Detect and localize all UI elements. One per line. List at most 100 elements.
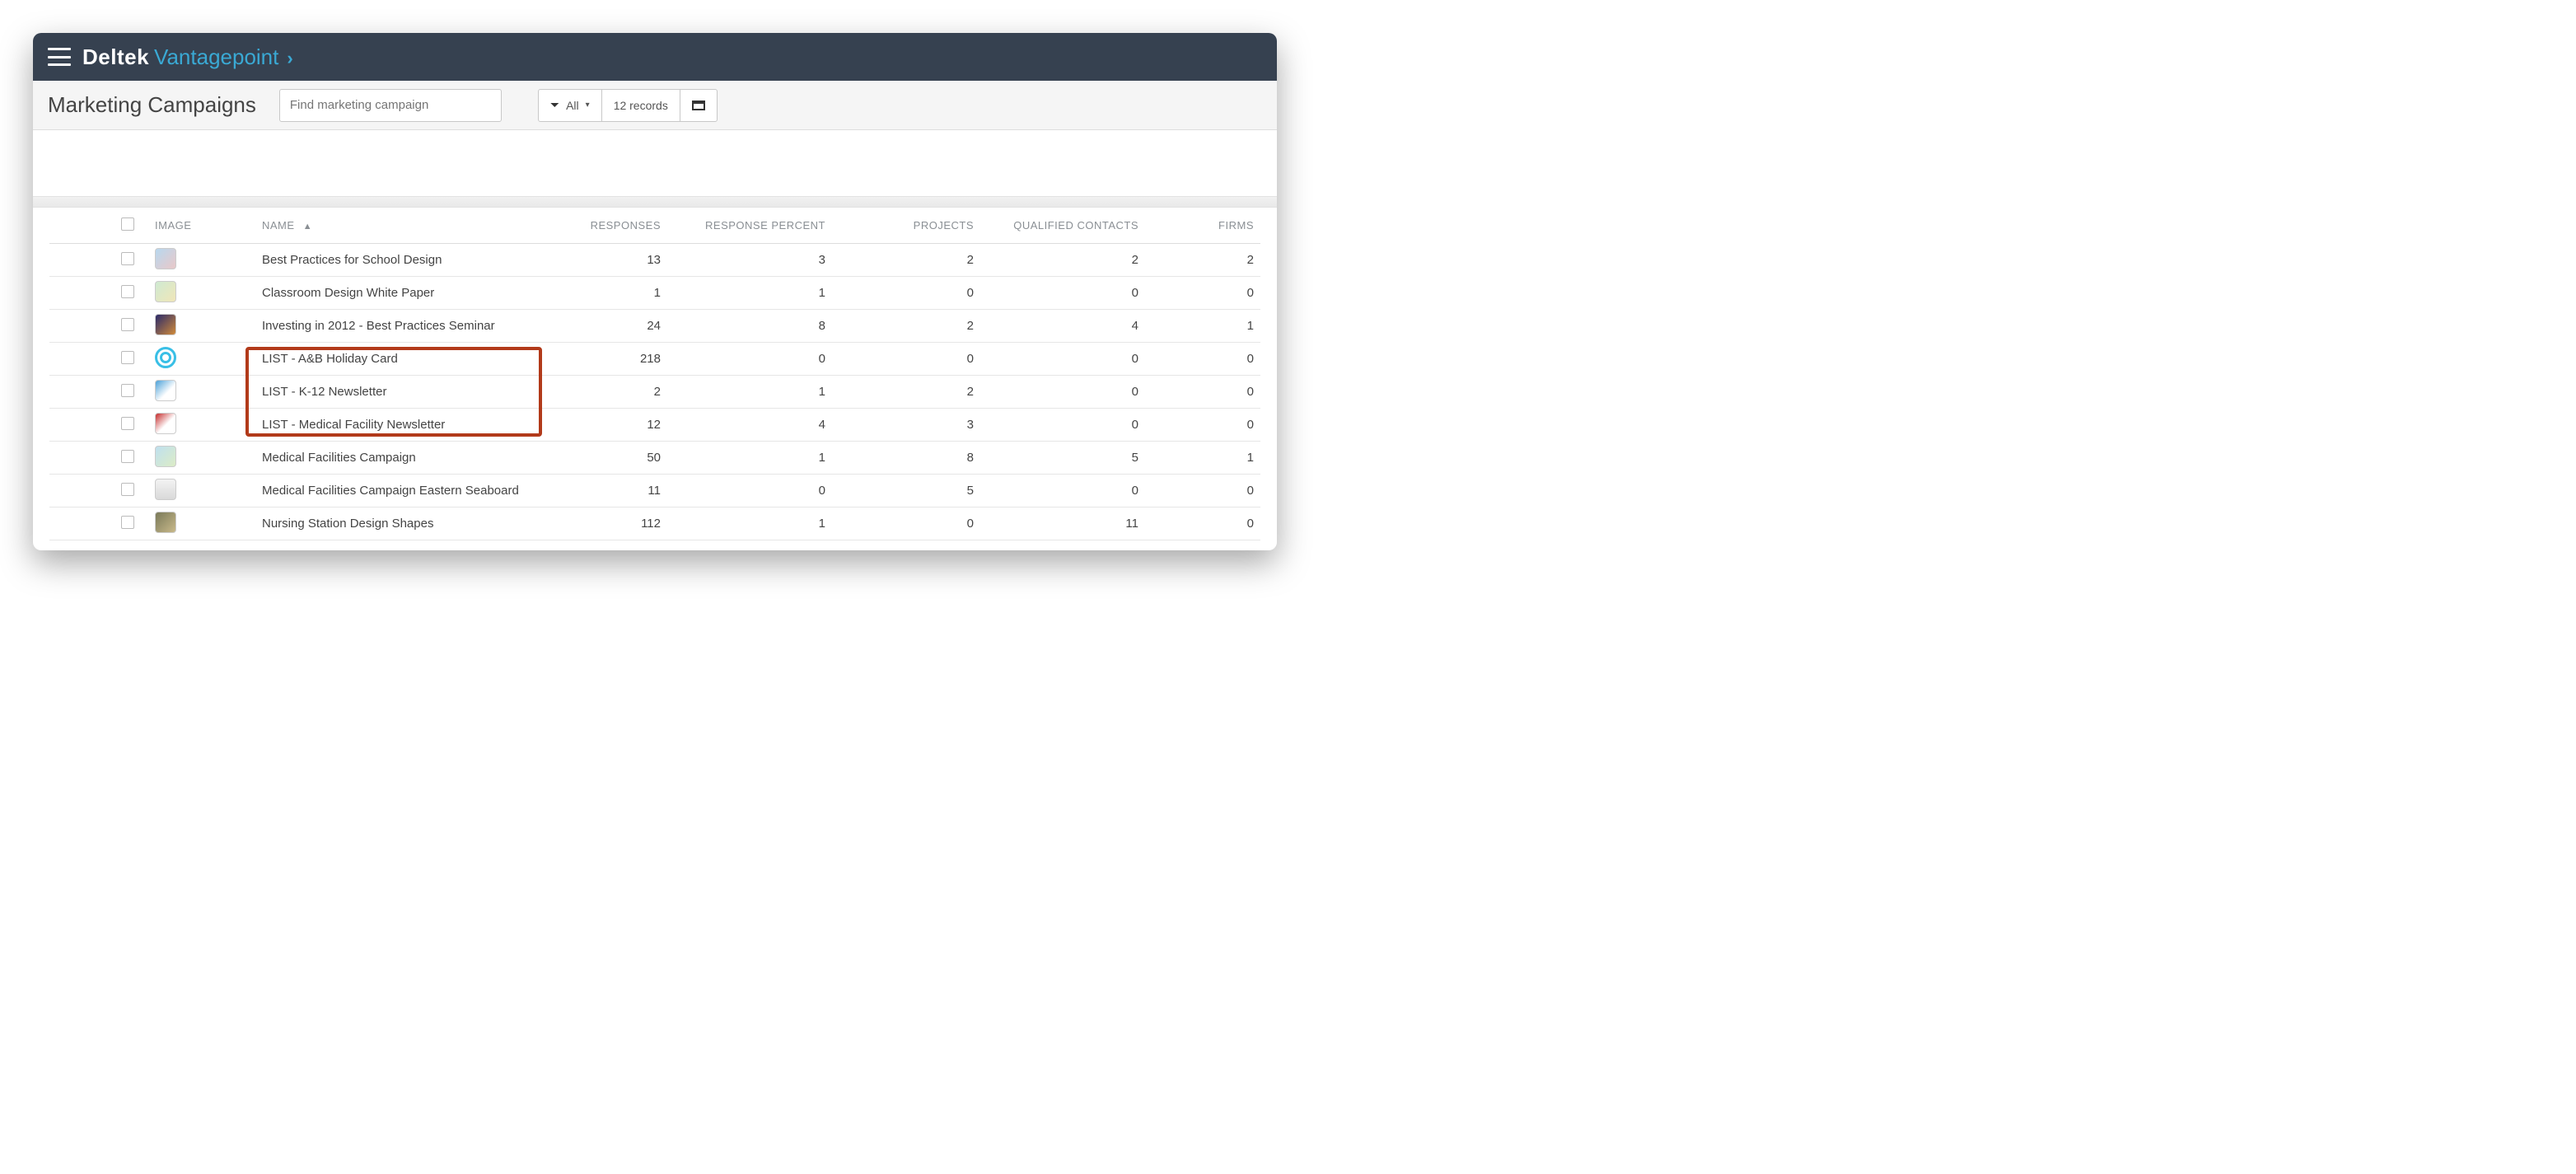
row-projects: 3 xyxy=(832,418,980,432)
filter-dropdown[interactable]: ⏷ All ▾ xyxy=(539,90,602,121)
row-name[interactable]: LIST - K-12 Newsletter xyxy=(255,385,535,399)
records-count[interactable]: 12 records xyxy=(602,90,680,121)
row-checkbox[interactable] xyxy=(121,450,134,463)
records-label: 12 records xyxy=(614,99,668,112)
row-qualified-contacts: 4 xyxy=(980,319,1145,333)
row-checkbox[interactable] xyxy=(121,318,134,331)
app-window: Deltek Vantagepoint › Marketing Campaign… xyxy=(33,33,1277,550)
row-response-percent: 0 xyxy=(667,484,832,498)
row-checkbox-cell xyxy=(107,450,148,466)
row-name[interactable]: Investing in 2012 - Best Practices Semin… xyxy=(255,319,535,333)
row-image-cell xyxy=(148,512,255,536)
row-name[interactable]: Medical Facilities Campaign Eastern Seab… xyxy=(255,484,535,498)
row-projects: 8 xyxy=(832,451,980,465)
row-checkbox[interactable] xyxy=(121,384,134,397)
row-firms: 0 xyxy=(1145,385,1260,399)
table-row[interactable]: Classroom Design White Paper11000 xyxy=(49,277,1260,310)
row-projects: 2 xyxy=(832,319,980,333)
row-firms: 0 xyxy=(1145,286,1260,300)
toolbar-button-group: ⏷ All ▾ 12 records xyxy=(538,89,718,122)
row-image-cell xyxy=(148,248,255,273)
table-row[interactable]: Nursing Station Design Shapes11210110 xyxy=(49,507,1260,540)
divider xyxy=(33,196,1277,208)
col-qualified-contacts[interactable]: QUALIFIED CONTACTS xyxy=(980,219,1145,232)
table-row[interactable]: LIST - A&B Holiday Card2180000 xyxy=(49,343,1260,376)
row-firms: 0 xyxy=(1145,418,1260,432)
row-qualified-contacts: 0 xyxy=(980,385,1145,399)
row-checkbox[interactable] xyxy=(121,351,134,364)
spacer xyxy=(33,130,1277,196)
row-name[interactable]: Classroom Design White Paper xyxy=(255,286,535,300)
row-image-cell xyxy=(148,314,255,339)
row-checkbox[interactable] xyxy=(121,252,134,265)
row-checkbox-cell xyxy=(107,285,148,302)
col-name[interactable]: NAME ▲ xyxy=(255,219,535,232)
row-checkbox[interactable] xyxy=(121,417,134,430)
funnel-icon: ⏷ xyxy=(550,98,559,112)
row-image-cell xyxy=(148,380,255,405)
row-projects: 2 xyxy=(832,253,980,267)
thumbnail-icon[interactable] xyxy=(155,281,176,302)
row-image-cell xyxy=(148,479,255,503)
col-response-percent[interactable]: RESPONSE PERCENT xyxy=(667,219,832,232)
chevron-right-icon[interactable]: › xyxy=(287,48,292,69)
thumbnail-icon[interactable] xyxy=(155,479,176,500)
page-title: Marketing Campaigns xyxy=(48,92,256,118)
row-response-percent: 1 xyxy=(667,286,832,300)
row-responses: 50 xyxy=(535,451,667,465)
col-image[interactable]: IMAGE xyxy=(148,219,255,232)
row-firms: 0 xyxy=(1145,484,1260,498)
row-checkbox-cell xyxy=(107,417,148,433)
chevron-down-icon: ▾ xyxy=(586,101,590,110)
col-firms[interactable]: FIRMS xyxy=(1145,219,1260,232)
grid-wrap: IMAGE NAME ▲ RESPONSES RESPONSE PERCENT … xyxy=(33,208,1277,550)
table-row[interactable]: Investing in 2012 - Best Practices Semin… xyxy=(49,310,1260,343)
thumbnail-icon[interactable] xyxy=(155,314,176,335)
row-firms: 1 xyxy=(1145,451,1260,465)
row-name[interactable]: Best Practices for School Design xyxy=(255,253,535,267)
hamburger-menu-icon[interactable] xyxy=(48,48,71,66)
row-name[interactable]: Nursing Station Design Shapes xyxy=(255,517,535,531)
row-qualified-contacts: 0 xyxy=(980,286,1145,300)
row-name[interactable]: LIST - A&B Holiday Card xyxy=(255,352,535,366)
row-checkbox-cell xyxy=(107,483,148,499)
row-projects: 0 xyxy=(832,517,980,531)
sort-asc-icon: ▲ xyxy=(303,222,312,232)
col-name-label: NAME xyxy=(262,219,295,232)
thumbnail-icon[interactable] xyxy=(155,380,176,401)
row-qualified-contacts: 11 xyxy=(980,517,1145,531)
row-checkbox[interactable] xyxy=(121,285,134,298)
table-row[interactable]: Best Practices for School Design133222 xyxy=(49,244,1260,277)
row-image-cell xyxy=(148,281,255,306)
search-input[interactable] xyxy=(279,89,502,122)
row-responses: 11 xyxy=(535,484,667,498)
row-checkbox-cell xyxy=(107,318,148,334)
row-name[interactable]: LIST - Medical Facility Newsletter xyxy=(255,418,535,432)
row-firms: 0 xyxy=(1145,352,1260,366)
row-checkbox[interactable] xyxy=(121,483,134,496)
thumbnail-icon[interactable] xyxy=(155,413,176,434)
row-firms: 2 xyxy=(1145,253,1260,267)
row-name[interactable]: Medical Facilities Campaign xyxy=(255,451,535,465)
table-row[interactable]: LIST - Medical Facility Newsletter124300 xyxy=(49,409,1260,442)
thumbnail-icon[interactable] xyxy=(155,446,176,467)
thumbnail-icon[interactable] xyxy=(155,512,176,533)
row-image-cell xyxy=(148,413,255,437)
select-all-checkbox[interactable] xyxy=(121,217,134,231)
data-grid: IMAGE NAME ▲ RESPONSES RESPONSE PERCENT … xyxy=(49,208,1260,540)
table-row[interactable]: Medical Facilities Campaign501851 xyxy=(49,442,1260,475)
row-responses: 2 xyxy=(535,385,667,399)
row-responses: 1 xyxy=(535,286,667,300)
window-icon xyxy=(692,101,705,110)
col-responses[interactable]: RESPONSES xyxy=(535,219,667,232)
thumbnail-icon[interactable] xyxy=(155,248,176,269)
row-projects: 5 xyxy=(832,484,980,498)
table-row[interactable]: Medical Facilities Campaign Eastern Seab… xyxy=(49,475,1260,507)
table-row[interactable]: LIST - K-12 Newsletter21200 xyxy=(49,376,1260,409)
thumbnail-icon[interactable] xyxy=(155,347,176,368)
row-checkbox[interactable] xyxy=(121,516,134,529)
layout-button[interactable] xyxy=(680,90,717,121)
col-projects[interactable]: PROJECTS xyxy=(832,219,980,232)
brand-logo: Deltek Vantagepoint › xyxy=(82,44,293,70)
brand-part1: Deltek xyxy=(82,44,149,70)
